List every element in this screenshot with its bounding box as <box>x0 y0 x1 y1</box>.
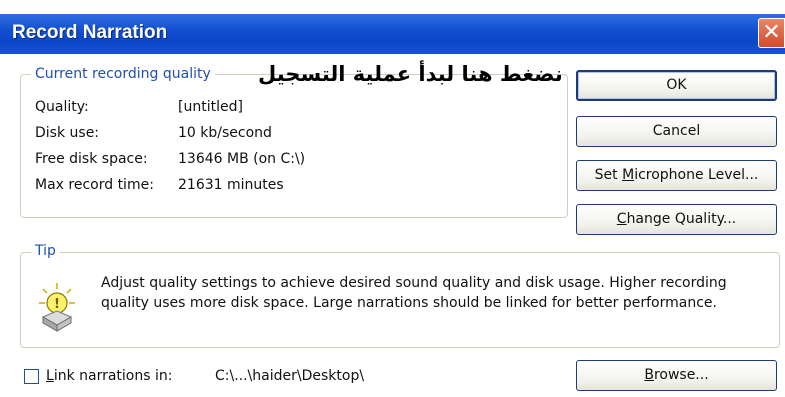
quality-value: [untitled] <box>178 99 243 115</box>
set-microphone-level-text-post: icrophone Level... <box>634 167 759 183</box>
change-quality-mnemonic: C <box>616 211 627 227</box>
max-record-time-value: 21631 minutes <box>178 177 284 193</box>
browse-button[interactable]: Browse... <box>576 360 777 391</box>
dialog-body: Current recording quality Quality: [unti… <box>0 54 785 397</box>
tip-group: Tip ! Adjust quality settings to achieve… <box>20 243 780 348</box>
link-path-value: C:\...\haider\Desktop\ <box>215 368 365 384</box>
top-strip <box>0 0 785 14</box>
browse-text: rowse... <box>653 367 709 383</box>
disk-use-label: Disk use: <box>35 125 100 141</box>
arabic-annotation: نضغط هنا لبدأ عملية التسجيل <box>258 62 563 86</box>
lightbulb-tip-icon: ! <box>39 283 75 332</box>
tip-legend: Tip <box>31 243 60 259</box>
set-microphone-level-button[interactable]: Set Microphone Level... <box>576 160 777 191</box>
disk-use-value: 10 kb/second <box>178 125 272 141</box>
free-disk-space-label: Free disk space: <box>35 151 148 167</box>
close-button[interactable]: ✕ <box>758 18 785 48</box>
set-microphone-level-mnemonic: M <box>622 167 635 183</box>
link-narrations-label[interactable]: Link narrations in: <box>46 368 172 384</box>
link-narrations-text: ink narrations in: <box>53 368 173 384</box>
link-narrations-mnemonic: L <box>46 368 54 384</box>
change-quality-button[interactable]: Change Quality... <box>576 204 777 235</box>
max-record-time-label: Max record time: <box>35 177 154 193</box>
title-bar[interactable]: Record Narration ✕ <box>0 14 785 54</box>
tip-text: Adjust quality settings to achieve desir… <box>101 275 727 311</box>
recording-quality-legend: Current recording quality <box>31 66 215 82</box>
close-icon: ✕ <box>762 20 781 45</box>
ok-button[interactable]: OK <box>576 70 777 101</box>
record-narration-dialog: Record Narration ✕ Current recording qua… <box>0 0 785 397</box>
quality-label: Quality: <box>35 99 89 115</box>
link-narrations-checkbox[interactable] <box>24 369 39 384</box>
svg-text:!: ! <box>54 297 60 312</box>
change-quality-text: hange Quality... <box>626 211 737 227</box>
set-microphone-level-text-pre: Set <box>594 167 623 183</box>
recording-quality-group: Current recording quality Quality: [unti… <box>20 66 568 218</box>
browse-mnemonic: B <box>644 367 654 383</box>
window-title: Record Narration <box>12 22 168 43</box>
free-disk-space-value: 13646 MB (on C:\) <box>178 151 306 167</box>
cancel-button[interactable]: Cancel <box>576 116 777 147</box>
